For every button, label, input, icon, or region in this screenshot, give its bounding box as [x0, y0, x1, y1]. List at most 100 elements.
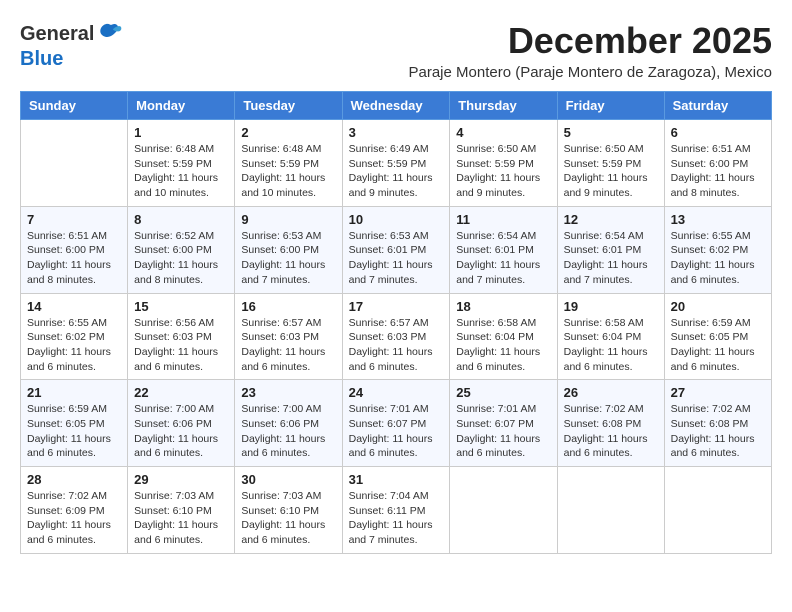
- calendar-cell: 11Sunrise: 6:54 AM Sunset: 6:01 PM Dayli…: [450, 206, 557, 293]
- day-info: Sunrise: 6:49 AM Sunset: 5:59 PM Dayligh…: [349, 142, 444, 201]
- day-number: 4: [456, 125, 550, 140]
- weekday-header-sunday: Sunday: [21, 92, 128, 120]
- logo: General Blue: [20, 20, 124, 71]
- logo-bird-icon: [96, 20, 124, 48]
- day-number: 30: [241, 472, 335, 487]
- day-info: Sunrise: 6:52 AM Sunset: 6:00 PM Dayligh…: [134, 229, 228, 288]
- day-info: Sunrise: 6:57 AM Sunset: 6:03 PM Dayligh…: [349, 316, 444, 375]
- calendar-cell: 14 Sunrise: 6:55 AM Sunset: 6:02 PM Dayli…: [21, 293, 128, 380]
- day-number: 6: [671, 125, 765, 140]
- calendar-week-row: 1 Sunrise: 6:48 AM Sunset: 5:59 PM Daylig…: [21, 120, 772, 207]
- calendar-cell: [664, 467, 771, 554]
- day-number: 18: [456, 299, 550, 314]
- calendar-cell: 28Sunrise: 7:02 AM Sunset: 6:09 PM Dayli…: [21, 467, 128, 554]
- calendar-cell: 9 Sunrise: 6:53 AM Sunset: 6:00 PM Daylig…: [235, 206, 342, 293]
- day-info: Sunrise: 6:53 AM Sunset: 6:01 PM Dayligh…: [349, 229, 444, 288]
- day-number: 28: [27, 472, 121, 487]
- day-info: Sunrise: 6:50 AM Sunset: 5:59 PM Dayligh…: [456, 142, 550, 201]
- day-info: Sunrise: 7:02 AM Sunset: 6:08 PM Dayligh…: [564, 402, 658, 461]
- day-number: 12: [564, 212, 658, 227]
- day-number: 23: [241, 385, 335, 400]
- calendar-cell: 13 Sunrise: 6:55 AM Sunset: 6:02 PM Dayli…: [664, 206, 771, 293]
- day-number: 27: [671, 385, 765, 400]
- day-info: Sunrise: 6:54 AM Sunset: 6:01 PM Dayligh…: [564, 229, 658, 288]
- day-number: 25: [456, 385, 550, 400]
- day-number: 29: [134, 472, 228, 487]
- day-number: 1: [134, 125, 228, 140]
- calendar-cell: 7Sunrise: 6:51 AM Sunset: 6:00 PM Daylig…: [21, 206, 128, 293]
- day-number: 7: [27, 212, 121, 227]
- weekday-header-tuesday: Tuesday: [235, 92, 342, 120]
- weekday-header-saturday: Saturday: [664, 92, 771, 120]
- calendar-cell: 5 Sunrise: 6:50 AM Sunset: 5:59 PM Daylig…: [557, 120, 664, 207]
- calendar-cell: 6 Sunrise: 6:51 AM Sunset: 6:00 PM Daylig…: [664, 120, 771, 207]
- page-header: General Blue December 2025 Paraje Monter…: [20, 20, 772, 81]
- calendar-cell: 15 Sunrise: 6:56 AM Sunset: 6:03 PM Dayli…: [128, 293, 235, 380]
- logo-blue: Blue: [20, 48, 63, 70]
- calendar-cell: 10 Sunrise: 6:53 AM Sunset: 6:01 PM Dayli…: [342, 206, 450, 293]
- day-info: Sunrise: 6:55 AM Sunset: 6:02 PM Dayligh…: [671, 229, 765, 288]
- day-info: Sunrise: 6:51 AM Sunset: 6:00 PM Dayligh…: [671, 142, 765, 201]
- calendar-cell: 8 Sunrise: 6:52 AM Sunset: 6:00 PM Daylig…: [128, 206, 235, 293]
- day-info: Sunrise: 6:59 AM Sunset: 6:05 PM Dayligh…: [27, 402, 121, 461]
- day-number: 22: [134, 385, 228, 400]
- day-number: 14: [27, 299, 121, 314]
- calendar-cell: 21Sunrise: 6:59 AM Sunset: 6:05 PM Dayli…: [21, 380, 128, 467]
- day-number: 20: [671, 299, 765, 314]
- calendar-cell: 17 Sunrise: 6:57 AM Sunset: 6:03 PM Dayli…: [342, 293, 450, 380]
- day-info: Sunrise: 6:48 AM Sunset: 5:59 PM Dayligh…: [134, 142, 228, 201]
- day-info: Sunrise: 6:58 AM Sunset: 6:04 PM Dayligh…: [564, 316, 658, 375]
- day-info: Sunrise: 6:56 AM Sunset: 6:03 PM Dayligh…: [134, 316, 228, 375]
- calendar-cell: 2 Sunrise: 6:48 AM Sunset: 5:59 PM Daylig…: [235, 120, 342, 207]
- calendar-cell: 26 Sunrise: 7:02 AM Sunset: 6:08 PM Dayli…: [557, 380, 664, 467]
- calendar-cell: 23Sunrise: 7:00 AM Sunset: 6:06 PM Dayli…: [235, 380, 342, 467]
- day-info: Sunrise: 6:59 AM Sunset: 6:05 PM Dayligh…: [671, 316, 765, 375]
- calendar-cell: 4 Sunrise: 6:50 AM Sunset: 5:59 PM Daylig…: [450, 120, 557, 207]
- day-number: 2: [241, 125, 335, 140]
- day-info: Sunrise: 6:57 AM Sunset: 6:03 PM Dayligh…: [241, 316, 335, 375]
- day-number: 16: [241, 299, 335, 314]
- day-number: 13: [671, 212, 765, 227]
- calendar-cell: 1 Sunrise: 6:48 AM Sunset: 5:59 PM Daylig…: [128, 120, 235, 207]
- calendar-cell: [21, 120, 128, 207]
- day-info: Sunrise: 6:58 AM Sunset: 6:04 PM Dayligh…: [456, 316, 550, 375]
- calendar-cell: 16 Sunrise: 6:57 AM Sunset: 6:03 PM Dayli…: [235, 293, 342, 380]
- day-info: Sunrise: 7:02 AM Sunset: 6:08 PM Dayligh…: [671, 402, 765, 461]
- day-number: 3: [349, 125, 444, 140]
- calendar-cell: 25Sunrise: 7:01 AM Sunset: 6:07 PM Dayli…: [450, 380, 557, 467]
- day-number: 19: [564, 299, 658, 314]
- day-info: Sunrise: 6:53 AM Sunset: 6:00 PM Dayligh…: [241, 229, 335, 288]
- logo-general: General: [20, 23, 94, 46]
- calendar-cell: [557, 467, 664, 554]
- calendar-cell: 27 Sunrise: 7:02 AM Sunset: 6:08 PM Dayli…: [664, 380, 771, 467]
- day-info: Sunrise: 6:48 AM Sunset: 5:59 PM Dayligh…: [241, 142, 335, 201]
- calendar-cell: 24 Sunrise: 7:01 AM Sunset: 6:07 PM Dayli…: [342, 380, 450, 467]
- location-title: Paraje Montero (Paraje Montero de Zarago…: [408, 64, 772, 81]
- day-info: Sunrise: 6:55 AM Sunset: 6:02 PM Dayligh…: [27, 316, 121, 375]
- day-number: 17: [349, 299, 444, 314]
- day-number: 26: [564, 385, 658, 400]
- calendar-week-row: 28Sunrise: 7:02 AM Sunset: 6:09 PM Dayli…: [21, 467, 772, 554]
- calendar-cell: 31Sunrise: 7:04 AM Sunset: 6:11 PM Dayli…: [342, 467, 450, 554]
- weekday-header-monday: Monday: [128, 92, 235, 120]
- day-info: Sunrise: 7:03 AM Sunset: 6:10 PM Dayligh…: [134, 489, 228, 548]
- day-number: 24: [349, 385, 444, 400]
- day-info: Sunrise: 7:04 AM Sunset: 6:11 PM Dayligh…: [349, 489, 444, 548]
- day-number: 10: [349, 212, 444, 227]
- day-info: Sunrise: 7:03 AM Sunset: 6:10 PM Dayligh…: [241, 489, 335, 548]
- calendar-week-row: 14 Sunrise: 6:55 AM Sunset: 6:02 PM Dayli…: [21, 293, 772, 380]
- calendar-cell: 19 Sunrise: 6:58 AM Sunset: 6:04 PM Dayli…: [557, 293, 664, 380]
- calendar-table: SundayMondayTuesdayWednesdayThursdayFrid…: [20, 91, 772, 554]
- day-info: Sunrise: 6:50 AM Sunset: 5:59 PM Dayligh…: [564, 142, 658, 201]
- day-info: Sunrise: 7:01 AM Sunset: 6:07 PM Dayligh…: [349, 402, 444, 461]
- calendar-cell: 29 Sunrise: 7:03 AM Sunset: 6:10 PM Dayli…: [128, 467, 235, 554]
- calendar-cell: 3 Sunrise: 6:49 AM Sunset: 5:59 PM Daylig…: [342, 120, 450, 207]
- calendar-week-row: 21Sunrise: 6:59 AM Sunset: 6:05 PM Dayli…: [21, 380, 772, 467]
- day-info: Sunrise: 7:00 AM Sunset: 6:06 PM Dayligh…: [134, 402, 228, 461]
- day-number: 8: [134, 212, 228, 227]
- day-number: 15: [134, 299, 228, 314]
- weekday-header-wednesday: Wednesday: [342, 92, 450, 120]
- day-number: 5: [564, 125, 658, 140]
- calendar-cell: 30 Sunrise: 7:03 AM Sunset: 6:10 PM Dayli…: [235, 467, 342, 554]
- day-number: 9: [241, 212, 335, 227]
